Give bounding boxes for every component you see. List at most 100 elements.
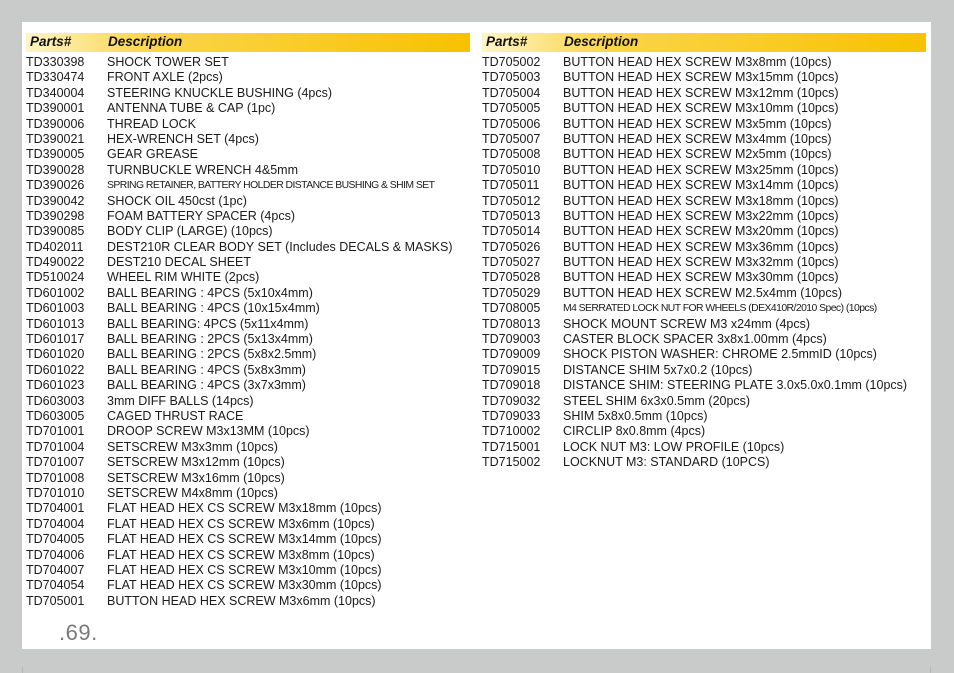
part-description: FOAM BATTERY SPACER (4pcs) [107, 208, 296, 223]
part-number: TD701001 [26, 424, 85, 439]
parts-row: TD705005 BUTTON HEAD HEX SCREW M3x10mm (1… [482, 101, 926, 116]
part-description: BALL BEARING : 2PCS (5x13x4mm) [107, 332, 313, 347]
part-description: SHOCK PISTON WASHER: CHROME 2.5mmID (10p… [563, 347, 877, 362]
part-number: TD704006 [26, 547, 85, 562]
parts-row: TD715001 LOCK NUT M3: LOW PROFILE (10pcs) [482, 440, 926, 455]
parts-row: TD701001 DROOP SCREW M3x13MM (10pcs) [26, 424, 470, 439]
part-number: TD710002 [482, 424, 541, 439]
part-number: TD705003 [482, 70, 541, 85]
crop-mark [930, 667, 931, 673]
part-number: TD705011 [482, 178, 540, 193]
part-number: TD390021 [26, 131, 85, 146]
parts-row: TD705029 BUTTON HEAD HEX SCREW M2.5x4mm (… [482, 286, 926, 301]
parts-row: TD715002 LOCKNUT M3: STANDARD (10PCS) [482, 455, 926, 470]
part-number: TD709003 [482, 332, 541, 347]
parts-row: TD701007 SETSCREW M3x12mm (10pcs) [26, 455, 470, 470]
parts-column-right: Parts# Description TD705002 BUTTON HEAD H… [482, 33, 926, 471]
part-description: 3mm DIFF BALLS (14pcs) [107, 393, 254, 408]
part-description: BUTTON HEAD HEX SCREW M3x36mm (10pcs) [563, 239, 839, 254]
part-number: TD705013 [482, 208, 541, 223]
parts-row: TD701004 SETSCREW M3x3mm (10pcs) [26, 440, 470, 455]
parts-header: Parts# [30, 34, 72, 49]
part-number: TD402011 [26, 239, 84, 254]
part-description: ANTENNA TUBE & CAP (1pc) [107, 101, 276, 116]
part-number: TD704005 [26, 532, 85, 547]
part-number: TD705012 [482, 193, 541, 208]
part-description: DISTANCE SHIM: STEERING PLATE 3.0x5.0x0.… [563, 378, 908, 393]
part-number: TD701010 [26, 485, 85, 500]
parts-row: TD705010 BUTTON HEAD HEX SCREW M3x25mm (1… [482, 163, 926, 178]
part-description: BUTTON HEAD HEX SCREW M3x18mm (10pcs) [563, 193, 839, 208]
part-description: TURNBUCKLE WRENCH 4&5mm [107, 162, 298, 177]
part-description: BALL BEARING : 4PCS (5x10x4mm) [107, 285, 313, 300]
part-description: BODY CLIP (LARGE) (10pcs) [107, 224, 273, 239]
part-description: BUTTON HEAD HEX SCREW M2x5mm (10pcs) [563, 147, 832, 162]
part-description: M4 SERRATED LOCK NUT FOR WHEELS (DEX410R… [563, 303, 877, 315]
part-description: CASTER BLOCK SPACER 3x8x1.00mm (4pcs) [563, 332, 827, 347]
part-number: TD340004 [26, 85, 85, 100]
parts-list-right: TD705002 BUTTON HEAD HEX SCREW M3x8mm (10… [482, 55, 926, 471]
parts-row: TD705006 BUTTON HEAD HEX SCREW M3x5mm (10… [482, 117, 926, 132]
parts-row: TD709003 CASTER BLOCK SPACER 3x8x1.00mm (… [482, 332, 926, 347]
part-number: TD704007 [26, 562, 85, 577]
part-number: TD701007 [26, 455, 85, 470]
part-description: SHOCK MOUNT SCREW M3 x24mm (4pcs) [563, 316, 811, 331]
part-number: TD709032 [482, 393, 541, 408]
parts-row: TD705008 BUTTON HEAD HEX SCREW M2x5mm (10… [482, 147, 926, 162]
parts-row: TD490022 DEST210 DECAL SHEET [26, 255, 470, 270]
part-number: TD715002 [482, 455, 541, 470]
part-description: SHOCK TOWER SET [107, 55, 229, 69]
part-number: TD601002 [26, 285, 85, 300]
part-number: TD709033 [482, 408, 541, 423]
parts-row: TD390021 HEX-WRENCH SET (4pcs) [26, 132, 470, 147]
parts-row: TD390042 SHOCK OIL 450cst (1pc) [26, 194, 470, 209]
part-number: TD705027 [482, 255, 541, 270]
parts-row: TD390005 GEAR GREASE [26, 147, 470, 162]
part-number: TD704004 [26, 516, 85, 531]
part-number: TD601023 [26, 378, 85, 393]
part-description: BUTTON HEAD HEX SCREW M3x6mm (10pcs) [107, 593, 376, 608]
part-description: STEERING KNUCKLE BUSHING (4pcs) [107, 85, 333, 100]
part-number: TD709018 [482, 378, 541, 393]
part-description: SPRING RETAINER, BATTERY HOLDER DISTANCE… [107, 180, 435, 192]
parts-row: TD340004 STEERING KNUCKLE BUSHING (4pcs) [26, 86, 470, 101]
part-number: TD704001 [26, 501, 85, 516]
parts-row: TD709015 DISTANCE SHIM 5x7x0.2 (10pcs) [482, 363, 926, 378]
part-number: TD705005 [482, 101, 541, 116]
part-description: SETSCREW M3x16mm (10pcs) [107, 470, 285, 485]
parts-row: TD705027 BUTTON HEAD HEX SCREW M3x32mm (1… [482, 255, 926, 270]
parts-row: TD709009 SHOCK PISTON WASHER: CHROME 2.5m… [482, 347, 926, 362]
part-number: TD705006 [482, 116, 541, 131]
part-description: BUTTON HEAD HEX SCREW M3x25mm (10pcs) [563, 162, 839, 177]
part-number: TD708013 [482, 316, 541, 331]
parts-row: TD601003 BALL BEARING : 4PCS (10x15x4mm) [26, 301, 470, 316]
page-number: .69. [59, 620, 98, 645]
parts-row: TD709018 DISTANCE SHIM: STEERING PLATE 3.… [482, 378, 926, 393]
parts-row: TD705003 BUTTON HEAD HEX SCREW M3x15mm (1… [482, 70, 926, 85]
parts-row: TD704006 FLAT HEAD HEX CS SCREW M3x8mm (1… [26, 548, 470, 563]
parts-row: TD601020 BALL BEARING : 2PCS (5x8x2.5mm) [26, 347, 470, 362]
part-number: TD705026 [482, 239, 541, 254]
parts-header: Parts# [486, 34, 528, 49]
parts-row: TD709033 SHIM 5x8x0.5mm (10pcs) [482, 409, 926, 424]
parts-row: TD705012 BUTTON HEAD HEX SCREW M3x18mm (1… [482, 194, 926, 209]
parts-row: TD390006 THREAD LOCK [26, 117, 470, 132]
part-description: SHIM 5x8x0.5mm (10pcs) [563, 408, 708, 423]
part-description: LOCKNUT M3: STANDARD (10PCS) [563, 455, 770, 470]
crop-mark [22, 667, 23, 673]
part-description: HEX-WRENCH SET (4pcs) [107, 131, 259, 146]
part-description: BUTTON HEAD HEX SCREW M3x20mm (10pcs) [563, 224, 839, 239]
parts-row: TD330474 FRONT AXLE (2pcs) [26, 70, 470, 85]
part-description: BALL BEARING : 4PCS (10x15x4mm) [107, 301, 320, 316]
part-description: BALL BEARING : 4PCS (3x7x3mm) [107, 378, 306, 393]
description-header: Description [108, 34, 183, 49]
part-number: TD705002 [482, 55, 541, 69]
table-header-left: Parts# Description [26, 33, 470, 52]
part-description: FLAT HEAD HEX CS SCREW M3x18mm (10pcs) [107, 501, 382, 516]
part-number: TD705028 [482, 270, 541, 285]
part-description: DISTANCE SHIM 5x7x0.2 (10pcs) [563, 362, 753, 377]
part-number: TD390298 [26, 208, 85, 223]
part-description: BUTTON HEAD HEX SCREW M3x30mm (10pcs) [563, 270, 839, 285]
parts-row: TD705014 BUTTON HEAD HEX SCREW M3x20mm (1… [482, 224, 926, 239]
parts-row: TD704054 FLAT HEAD HEX CS SCREW M3x30mm (… [26, 578, 470, 593]
